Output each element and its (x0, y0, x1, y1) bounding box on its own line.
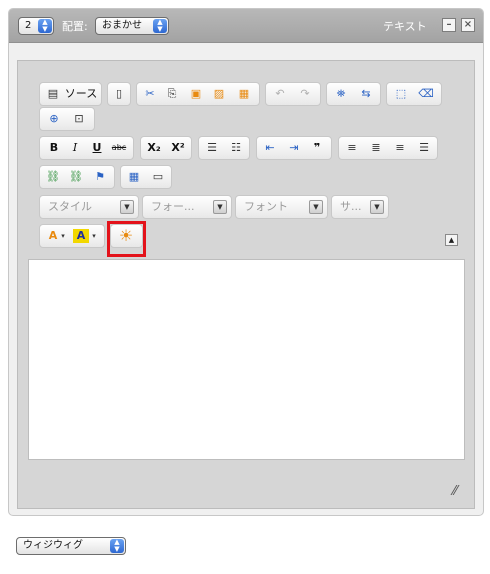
chevron-down-icon: ▼ (309, 200, 323, 214)
format-combo[interactable]: フォー... ▼ (142, 195, 232, 219)
size-combo[interactable]: サ... ▼ (331, 195, 389, 219)
source-icon: ▤ (47, 87, 59, 100)
superscript-button[interactable]: X² (168, 139, 188, 157)
style-combo-label: スタイル (48, 200, 92, 213)
source-group: ▤ ソース (39, 82, 102, 106)
chevron-down-icon: ▼ (213, 200, 227, 214)
link-group: ⛓ ⛓ ⚑ (39, 165, 115, 189)
strike-button[interactable]: abc (109, 139, 129, 157)
style-combo[interactable]: スタイル ▼ (39, 195, 139, 219)
italic-button[interactable]: I (65, 139, 85, 157)
insert-group: ▦ ▭ (120, 165, 172, 189)
table-icon[interactable]: ▦ (124, 168, 144, 186)
rich-text-editor: ▤ ソース ▯ ✂ ⎘ ▣ ▨ ▦ ↶ ↷ ⛯ ⇆ ⬚ ⌫ ⊕ ⊡ B I U … (17, 60, 475, 509)
basic-format-group: B I U abc (39, 136, 134, 160)
align-left-icon[interactable]: ≡ (342, 139, 362, 157)
undo-icon[interactable]: ↶ (270, 85, 290, 103)
collapse-toolbar-button[interactable]: ▲ (445, 234, 458, 246)
copy-icon[interactable]: ⎘ (162, 85, 182, 103)
spell-group: ⊕ ⊡ (39, 107, 95, 131)
find-group: ⛯ ⇆ (326, 82, 381, 106)
paste-icon[interactable]: ▣ (186, 85, 206, 103)
color-group: A ▾ A ▾ (39, 224, 105, 248)
remove-format-icon[interactable]: ⌫ (416, 85, 436, 103)
clipboard-group: ✂ ⎘ ▣ ▨ ▦ (136, 82, 260, 106)
paste-text-icon[interactable]: ▨ (209, 85, 229, 103)
chevron-down-icon: ▼ (120, 200, 134, 214)
chevron-down-icon[interactable]: ▾ (90, 227, 98, 245)
column-select[interactable]: 2 ▲ ▼ (18, 17, 54, 35)
numbered-list-icon[interactable]: ☰ (202, 139, 222, 157)
font-combo[interactable]: フォント ▼ (235, 195, 328, 219)
align-center-icon[interactable]: ≣ (366, 139, 386, 157)
indent-group: ⇤ ⇥ ❞ (256, 136, 332, 160)
spellcheck-icon[interactable]: ⊕ (44, 110, 64, 128)
replace-icon[interactable]: ⇆ (356, 85, 376, 103)
source-button[interactable]: ソース (62, 85, 100, 103)
redo-icon[interactable]: ↷ (295, 85, 315, 103)
highlight-box (107, 221, 146, 257)
format-combo-label: フォー... (151, 200, 195, 213)
list-group: ☰ ☷ (198, 136, 250, 160)
placement-label: 配置: (62, 20, 88, 33)
bulleted-list-icon[interactable]: ☷ (226, 139, 246, 157)
chevron-down-icon[interactable]: ▾ (59, 227, 67, 245)
align-justify-icon[interactable]: ☰ (414, 139, 434, 157)
chevron-down-icon: ▼ (370, 200, 384, 214)
column-select-value: 2 (25, 20, 32, 31)
preview-icon[interactable]: ⊡ (69, 110, 89, 128)
subscript-button[interactable]: X₂ (144, 139, 164, 157)
templates-group: ▯ (107, 82, 131, 106)
align-right-icon[interactable]: ≡ (390, 139, 410, 157)
resize-grip-icon[interactable]: ⁄⁄ (447, 484, 463, 500)
font-combo-label: フォント (244, 200, 288, 213)
paste-word-icon[interactable]: ▦ (234, 85, 254, 103)
underline-button[interactable]: U (87, 139, 107, 157)
find-icon[interactable]: ⛯ (331, 85, 351, 103)
text-widget: 2 ▲ ▼ 配置: おまかせ ▲ ▼ テキスト – × ▤ ソース ▯ ✂ ⎘ ▣ … (8, 8, 484, 516)
editor-mode-select[interactable]: ウィジウィグ ▲ ▼ (16, 537, 126, 555)
cut-icon[interactable]: ✂ (140, 85, 160, 103)
placement-select[interactable]: おまかせ ▲ ▼ (95, 17, 169, 35)
bold-button[interactable]: B (44, 139, 64, 157)
editor-content-area[interactable] (28, 259, 465, 460)
blockquote-icon[interactable]: ❞ (307, 139, 327, 157)
placement-select-value: おまかせ (102, 20, 142, 31)
widget-title: テキスト (383, 20, 427, 33)
script-group: X₂ X² (140, 136, 192, 160)
widget-header: 2 ▲ ▼ 配置: おまかせ ▲ ▼ テキスト – × (9, 9, 483, 43)
select-arrows-icon: ▲ ▼ (38, 19, 52, 33)
link-icon[interactable]: ⛓ (43, 168, 63, 186)
outdent-icon[interactable]: ⇤ (260, 139, 280, 157)
align-group: ≡ ≣ ≡ ☰ (338, 136, 438, 160)
horizontal-rule-icon[interactable]: ▭ (148, 168, 168, 186)
unlink-icon[interactable]: ⛓ (66, 168, 86, 186)
size-combo-label: サ... (340, 200, 362, 213)
history-group: ↶ ↷ (265, 82, 321, 106)
bg-color-button[interactable]: A (73, 229, 89, 243)
close-button[interactable]: × (461, 18, 475, 32)
select-group: ⬚ ⌫ (386, 82, 442, 106)
templates-icon[interactable]: ▯ (109, 85, 129, 103)
anchor-flag-icon[interactable]: ⚑ (90, 168, 110, 186)
minimize-button[interactable]: – (442, 18, 456, 32)
select-arrows-icon: ▲ ▼ (153, 19, 167, 33)
select-arrows-icon: ▲ ▼ (110, 539, 124, 553)
select-all-icon[interactable]: ⬚ (391, 85, 411, 103)
editor-mode-value: ウィジウィグ (23, 540, 83, 551)
indent-icon[interactable]: ⇥ (284, 139, 304, 157)
